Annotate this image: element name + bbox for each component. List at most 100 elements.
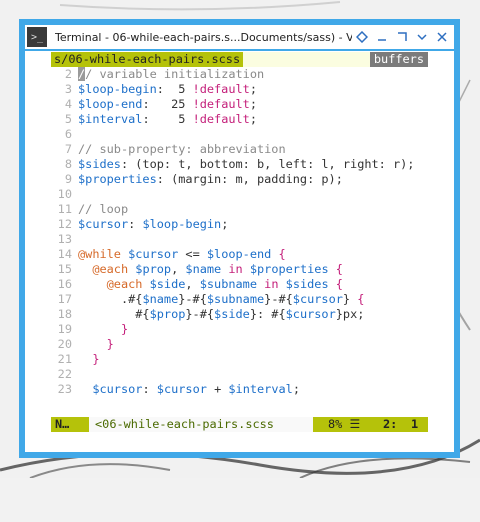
code-token: $side xyxy=(214,307,250,321)
line-number: 10 xyxy=(57,187,72,201)
vim-statusline: N… <06-while-each-pairs.scss 8% ☰ 2: 1 xyxy=(51,417,428,432)
status-line-number: 2: xyxy=(383,417,398,431)
line-number: 22 xyxy=(57,367,72,381)
code-token: @each xyxy=(106,277,143,291)
code-token: ; xyxy=(292,382,300,396)
close-icon[interactable] xyxy=(432,27,452,47)
vim-editor[interactable]: s/06-while-each-pairs.scss buffers 2// v… xyxy=(25,51,454,452)
line-number: 11 xyxy=(57,202,72,216)
line-number: 6 xyxy=(64,127,72,141)
code-token: #{ xyxy=(78,307,150,321)
code-line[interactable]: 14 @while $cursor <= $loop-end { xyxy=(51,247,428,262)
line-number: 7 xyxy=(64,142,72,156)
code-token: .#{ xyxy=(78,292,143,306)
code-token: ; xyxy=(249,112,258,126)
code-token: $cursor xyxy=(92,382,143,396)
terminal-icon[interactable]: >_ xyxy=(27,27,47,47)
line-number: 4 xyxy=(64,97,72,111)
maximize-icon[interactable] xyxy=(392,27,412,47)
code-line[interactable]: 8 $sides: (top: t, bottom: b, left: l, ri… xyxy=(51,157,428,172)
code-token: { xyxy=(328,277,343,291)
tab-active-file[interactable]: s/06-while-each-pairs.scss xyxy=(51,52,244,67)
line-number: 5 xyxy=(64,112,72,126)
code-line[interactable]: 2// variable initialization xyxy=(51,67,428,82)
code-line[interactable]: 9 $properties: (margin: m, padding: p); xyxy=(51,172,428,187)
terminal-window: >_ Terminal - 06-while-each-pairs.s...Do… xyxy=(19,19,460,458)
code-token: $properties xyxy=(249,262,329,276)
code-token: }px; xyxy=(335,307,365,321)
code-token: ; xyxy=(249,97,258,111)
code-token: / variable initialization xyxy=(85,67,265,81)
code-line[interactable]: 23 $cursor: $cursor + $interval; xyxy=(51,382,428,397)
code-line[interactable]: 21 } xyxy=(51,352,428,367)
code-line[interactable]: 5 $interval: 5 !default; xyxy=(51,112,428,127)
code-token: ; xyxy=(249,82,257,96)
status-mode: N… xyxy=(55,417,70,431)
code-line[interactable]: 3 $loop-begin: 5 !default; xyxy=(51,82,428,97)
code-token: : (top: t, bottom: b, left: l, right: r)… xyxy=(120,157,415,171)
code-token: $cursor xyxy=(128,247,179,261)
code-line[interactable]: 20 } xyxy=(51,337,428,352)
code-token: } xyxy=(78,337,114,351)
line-number: 13 xyxy=(57,232,72,246)
vim-tabline: s/06-while-each-pairs.scss buffers xyxy=(51,52,428,67)
code-token: $name xyxy=(142,292,179,306)
code-token: @while xyxy=(78,247,121,261)
line-number: 12 xyxy=(57,217,72,231)
code-line[interactable]: 13 xyxy=(51,232,428,247)
code-line[interactable]: 15 @each $prop, $name in $properties { xyxy=(51,262,428,277)
code-token: , xyxy=(171,262,186,276)
sticky-icon[interactable] xyxy=(352,27,372,47)
line-number: 2 xyxy=(64,67,72,81)
code-token: // sub-property: abbreviation xyxy=(78,142,286,156)
code-token: $interval xyxy=(228,382,293,396)
code-line[interactable]: 11 // loop xyxy=(51,202,428,217)
code-token: : xyxy=(128,217,143,231)
code-line[interactable]: 16 @each $side, $subname in $sides { xyxy=(51,277,428,292)
code-line[interactable]: 19 } xyxy=(51,322,428,337)
line-number: 18 xyxy=(57,307,72,321)
minimize-icon[interactable] xyxy=(372,27,392,47)
code-token: { xyxy=(328,262,343,276)
code-line[interactable]: 6 xyxy=(51,127,428,142)
code-token: + xyxy=(206,382,229,396)
code-token: $loop-begin xyxy=(78,82,157,96)
status-filename: <06-while-each-pairs.scss xyxy=(89,417,313,432)
code-token: in xyxy=(257,277,286,291)
line-number: 19 xyxy=(57,322,72,336)
code-token: { xyxy=(271,247,286,261)
code-token: !default xyxy=(192,112,250,126)
code-token: @each xyxy=(92,262,129,276)
code-token: $subname xyxy=(199,277,258,291)
code-token: $sides xyxy=(78,157,121,171)
code-token: } xyxy=(78,322,129,336)
code-token: $interval xyxy=(78,112,143,126)
code-token: $cursor xyxy=(292,292,343,306)
code-token: : (margin: m, padding: p); xyxy=(156,172,343,186)
code-line[interactable]: 10 xyxy=(51,187,428,202)
shade-icon[interactable] xyxy=(412,27,432,47)
title-bar[interactable]: >_ Terminal - 06-while-each-pairs.s...Do… xyxy=(25,25,454,49)
code-token: $cursor xyxy=(285,307,336,321)
code-line[interactable]: 18 #{$prop}-#{$side}: #{$cursor}px; xyxy=(51,307,428,322)
code-line[interactable]: 7 // sub-property: abbreviation xyxy=(51,142,428,157)
code-line[interactable]: 12 $cursor: $loop-begin; xyxy=(51,217,428,232)
code-line[interactable]: 4 $loop-end: 25 !default; xyxy=(51,97,428,112)
code-token: $side xyxy=(149,277,186,291)
code-token: : 25 xyxy=(142,97,193,111)
code-token: $name xyxy=(185,262,222,276)
line-number: 15 xyxy=(57,262,72,276)
code-token: }-#{ xyxy=(264,292,293,306)
code-area[interactable]: 2// variable initialization 3 $loop-begin:… xyxy=(51,67,428,397)
code-token: : 5 xyxy=(142,112,193,126)
code-line[interactable]: 17 .#{$name}-#{$subname}-#{$cursor} { xyxy=(51,292,428,307)
code-token: ; xyxy=(221,217,229,231)
code-token: } xyxy=(78,352,100,366)
code-token: in xyxy=(221,262,250,276)
code-line[interactable]: 22 xyxy=(51,367,428,382)
code-token: <= xyxy=(178,247,207,261)
code-token: { xyxy=(350,292,365,306)
